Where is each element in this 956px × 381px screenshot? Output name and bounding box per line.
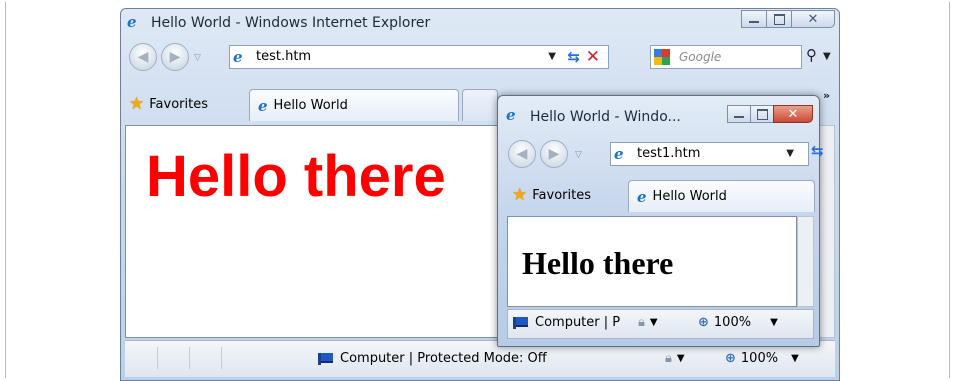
popup-vertical-scrollbar[interactable] <box>797 216 814 307</box>
computer-zone-icon <box>512 316 530 330</box>
popup-protected-mode-indicator[interactable]: 🔒︎ ▼ <box>638 315 658 330</box>
status-divider <box>221 347 222 369</box>
maximize-button[interactable] <box>766 10 792 28</box>
navigation-bar: ◀ ▶ ▽ e test.htm ▼ ⇆ ✕ Google ⚲ ▼ <box>121 39 839 73</box>
address-dropdown-icon[interactable]: ▼ <box>786 148 794 159</box>
zoom-dropdown-icon: ▼ <box>791 353 799 364</box>
lock-icon: 🔒︎ <box>638 315 645 330</box>
search-input[interactable]: Google <box>679 50 721 64</box>
popup-tab-hello-world[interactable]: e Hello World <box>628 180 815 212</box>
close-icon: ✕ <box>807 11 819 27</box>
forward-arrow-icon: ▶ <box>548 146 560 162</box>
popup-zoom-level: 100% <box>713 315 752 330</box>
popup-minimize-button[interactable] <box>727 105 751 123</box>
favorites-button[interactable]: ★ Favorites <box>129 91 208 117</box>
title-bar[interactable]: e Hello World - Windows Internet Explore… <box>121 9 839 37</box>
tab-hello-world[interactable]: e Hello World <box>249 89 459 121</box>
search-options-dropdown[interactable]: ▼ <box>823 51 831 62</box>
popup-caption-buttons: ✕ <box>727 105 813 124</box>
minimize-icon <box>749 21 759 23</box>
popup-window-title: Hello World - Windo... <box>530 109 681 125</box>
favorites-label: Favorites <box>532 187 591 203</box>
window-title: Hello World - Windows Internet Explorer <box>151 15 431 31</box>
zoom-level: 100% <box>740 351 779 366</box>
maximize-icon <box>756 108 768 120</box>
address-input[interactable]: test.htm <box>256 49 311 64</box>
stop-icon[interactable]: ✕ <box>586 47 600 67</box>
star-icon: ★ <box>512 185 528 205</box>
minimize-button[interactable] <box>741 10 767 28</box>
search-box[interactable]: Google <box>650 45 802 69</box>
popup-status-bar: Computer | P 🔒︎ ▼ ⊕ 100% ▼ <box>507 309 814 339</box>
caption-buttons: ✕ <box>741 10 835 29</box>
search-icon[interactable]: ⚲ <box>806 46 817 64</box>
star-icon: ★ <box>129 94 145 114</box>
tab-ie-icon: e <box>637 187 647 206</box>
popup-forward-button[interactable]: ▶ <box>540 140 568 168</box>
status-text: Computer | Protected Mode: Off <box>340 351 547 366</box>
forward-arrow-icon: ▶ <box>169 49 181 65</box>
google-icon <box>654 49 670 65</box>
popup-address-bar[interactable]: e test1.htm ▼ <box>610 142 809 166</box>
lock-icon: 🔒︎ <box>665 351 672 366</box>
tab-ie-icon: e <box>258 96 268 115</box>
page-heading: Hello there <box>146 144 446 209</box>
tab-label: Hello World <box>273 98 348 113</box>
popup-zoom-control[interactable]: ⊕ 100% ▼ <box>698 315 778 330</box>
refresh-icon[interactable]: ⇆ <box>811 142 824 160</box>
zoom-control[interactable]: ⊕ 100% ▼ <box>725 351 799 366</box>
ie-logo-icon: e <box>506 106 516 124</box>
refresh-icon[interactable]: ⇆ <box>567 48 580 66</box>
status-divider <box>189 347 190 369</box>
popup-address-input[interactable]: test1.htm <box>637 146 700 161</box>
minimize-icon <box>734 116 744 118</box>
maximize-icon <box>773 13 785 25</box>
popup-favorites-button[interactable]: ★ Favorites <box>512 182 591 208</box>
recent-pages-dropdown[interactable]: ▽ <box>194 53 201 63</box>
security-zone[interactable]: Computer | Protected Mode: Off <box>317 351 547 366</box>
dropdown-icon: ▼ <box>649 317 658 328</box>
zoom-dropdown-icon: ▼ <box>770 317 778 328</box>
magnifier-icon: ⊕ <box>725 351 736 366</box>
popup-status-text: Computer | P <box>535 315 621 330</box>
protected-mode-indicator[interactable]: 🔒︎ ▼ <box>665 351 685 366</box>
status-divider <box>157 347 158 369</box>
close-button[interactable]: ✕ <box>791 10 835 28</box>
tab-label: Hello World <box>652 189 727 204</box>
page-ie-icon: e <box>614 145 624 163</box>
computer-zone-icon <box>317 352 335 366</box>
popup-browser-window: e Hello World - Windo... ✕ ◀ ▶ ▽ e test1… <box>497 95 824 347</box>
forward-button[interactable]: ▶ <box>161 43 189 71</box>
address-dropdown-icon[interactable]: ▼ <box>548 51 556 62</box>
back-button[interactable]: ◀ <box>129 43 157 71</box>
popup-recent-pages-dropdown[interactable]: ▽ <box>575 150 582 160</box>
toolbar-overflow-chevron[interactable]: » <box>823 89 830 102</box>
popup-page-content: Hello there <box>507 216 797 307</box>
popup-page-heading: Hello there <box>522 245 674 281</box>
popup-back-button[interactable]: ◀ <box>508 140 536 168</box>
popup-maximize-button[interactable] <box>750 105 774 123</box>
favorites-label: Favorites <box>149 96 208 112</box>
page-ie-icon: e <box>233 48 243 66</box>
address-bar[interactable]: e test.htm ▼ ⇆ ✕ <box>229 45 609 69</box>
magnifier-icon: ⊕ <box>698 315 709 330</box>
new-tab-button[interactable] <box>462 89 498 121</box>
ie-logo-icon: e <box>127 13 137 31</box>
back-arrow-icon: ◀ <box>137 49 149 65</box>
back-arrow-icon: ◀ <box>516 146 528 162</box>
close-icon: ✕ <box>787 106 799 122</box>
popup-security-zone[interactable]: Computer | P <box>512 315 620 330</box>
dropdown-icon: ▼ <box>676 353 685 364</box>
popup-close-button[interactable]: ✕ <box>773 105 813 123</box>
